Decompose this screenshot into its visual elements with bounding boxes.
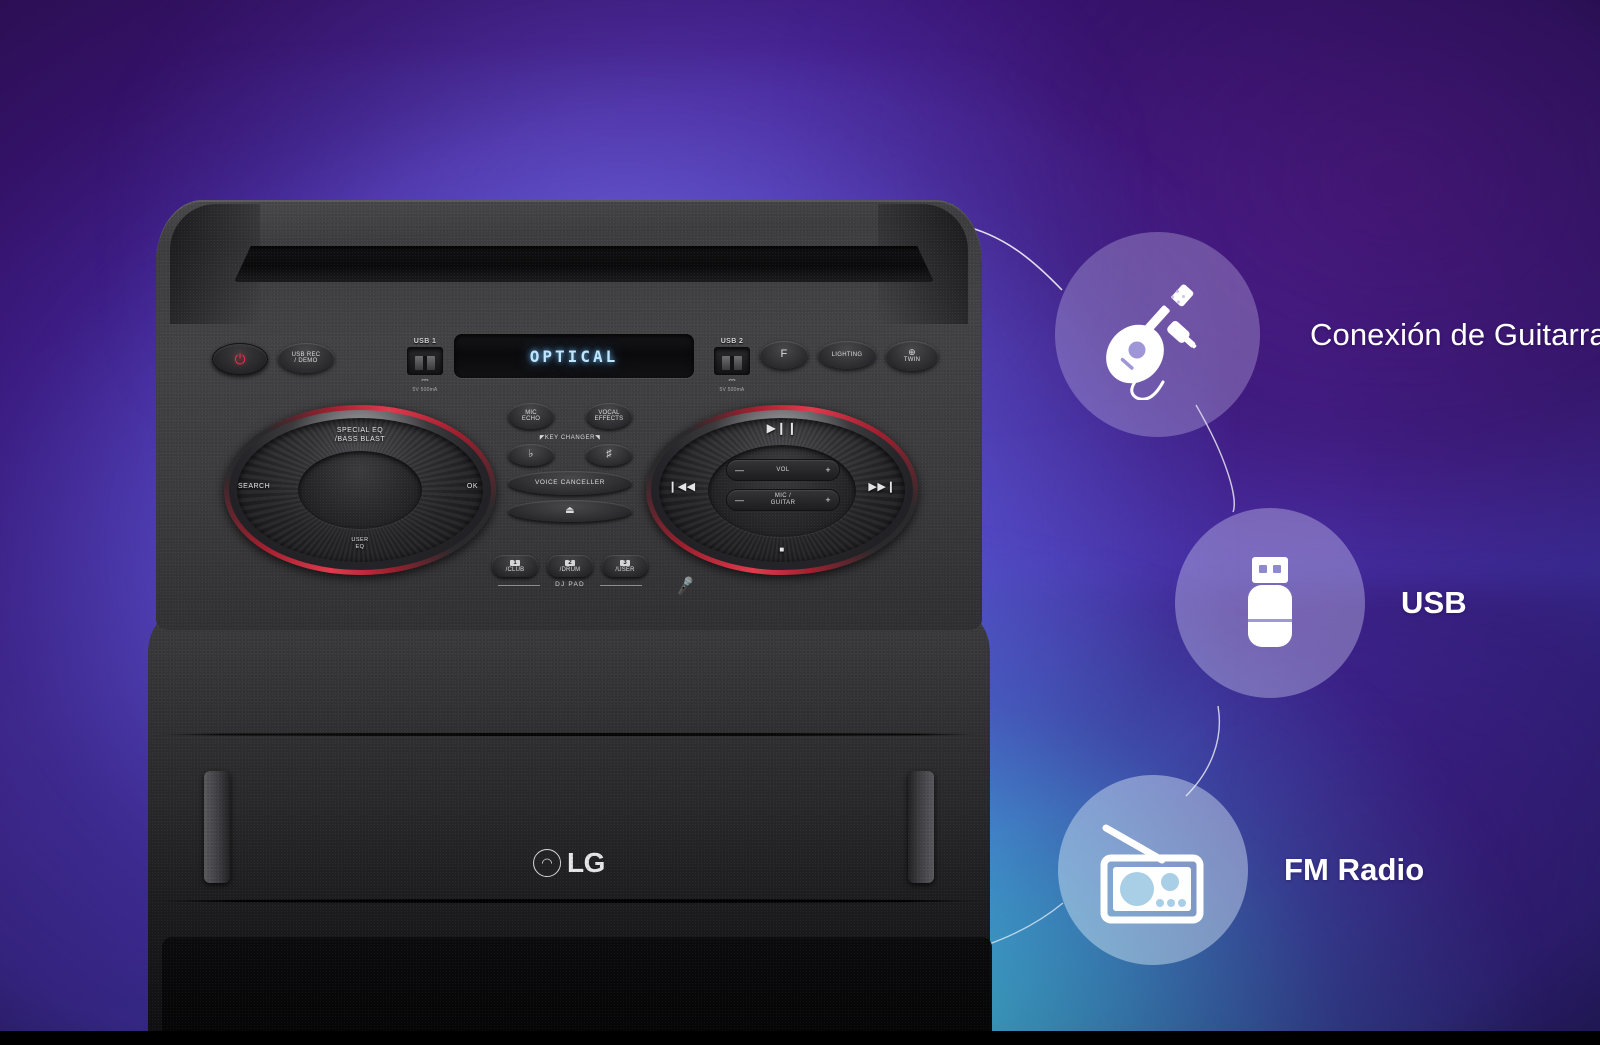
- led-display: OPTICAL: [454, 334, 694, 378]
- key-changer-caption: ◤KEY CHANGER◥: [539, 435, 601, 441]
- display-text: OPTICAL: [529, 346, 619, 366]
- ok-label[interactable]: OK: [467, 483, 478, 492]
- vocal-effects-button[interactable]: VOCAL EFFECTS: [586, 403, 632, 429]
- lg-logo: ◠ LG: [533, 849, 605, 877]
- mic-guitar-minus-icon[interactable]: —: [735, 495, 744, 505]
- lighting-button[interactable]: LIGHTING: [818, 341, 876, 369]
- usb-socket-1[interactable]: [407, 347, 443, 375]
- feature-fm-radio-label: FM Radio: [1284, 852, 1425, 887]
- next-track-icon[interactable]: ▶▶❙: [868, 481, 896, 495]
- dj-pad-group: 1 /CLUB 2 /DRUM 3 /USER DJ PAD: [492, 555, 648, 588]
- usb-rec-demo-button[interactable]: USB REC / DEMO: [278, 343, 334, 373]
- feature-usb-label: USB: [1401, 585, 1467, 620]
- usb-port-2[interactable]: USB 2 ⎓ 5V 500mA: [708, 338, 756, 393]
- lg-logo-mark: ◠: [533, 849, 562, 877]
- right-knob-center-pad: — VOL + — MIC / GUITAR +: [708, 445, 856, 537]
- left-jog-knob[interactable]: SPECIAL EQ /BASS BLAST SEARCH OK USER EQ: [224, 405, 496, 575]
- carry-handle-slot: [234, 246, 934, 282]
- feature-guitar[interactable]: Conexión de Guitarra: [1055, 232, 1600, 437]
- power-icon: ⏻: [234, 351, 246, 367]
- bottom-edge: [0, 1031, 1600, 1045]
- feature-guitar-label: Conexión de Guitarra: [1310, 316, 1600, 352]
- user-eq-label: USER EQ: [351, 537, 369, 550]
- play-pause-icon[interactable]: ▶❙❙: [646, 421, 918, 436]
- volume-label: VOL: [776, 466, 790, 473]
- dj-pad-2-number: 2: [565, 559, 575, 566]
- usb-flash-drive-icon: [1248, 557, 1292, 647]
- cluster-row-effects: MIC ECHO VOCAL EFFECTS: [508, 403, 632, 429]
- mic-guitar-label: MIC / GUITAR: [770, 493, 796, 506]
- dj-pad-button-2[interactable]: 2 /DRUM: [547, 555, 593, 577]
- usb-rec-demo-label: USB REC / DEMO: [291, 351, 321, 364]
- dj-pad-1-label: /CLUB: [505, 566, 525, 573]
- usb-trident-icon-1: ⎓: [421, 375, 429, 385]
- usb-port-1-sub: 5V 500mA: [412, 387, 438, 393]
- lg-logo-text: LG: [567, 847, 605, 878]
- usb-port-1-label: USB 1: [413, 338, 437, 345]
- mic-guitar-rocker[interactable]: — MIC / GUITAR +: [726, 489, 840, 511]
- left-knob-center-pad[interactable]: [298, 451, 422, 529]
- dj-pad-2-label: /DRUM: [559, 566, 581, 573]
- dj-pad-1-number: 1: [510, 559, 520, 566]
- twin-icon: ⊕: [908, 347, 916, 358]
- function-button[interactable]: F: [760, 341, 808, 369]
- key-sharp-button[interactable]: ♯: [586, 444, 632, 466]
- key-flat-button[interactable]: ♭: [508, 444, 554, 466]
- feature-usb-circle: [1175, 508, 1365, 698]
- dj-pad-3-label: /USER: [615, 566, 635, 573]
- vocal-effects-label: VOCAL EFFECTS: [594, 409, 624, 422]
- dj-pad-3-number: 3: [620, 559, 630, 566]
- mic-guitar-plus-icon[interactable]: +: [825, 495, 831, 505]
- usb-port-2-sub: 5V 500mA: [719, 387, 745, 393]
- mic-echo-button[interactable]: MIC ECHO: [508, 403, 554, 429]
- body-seam-lower: [152, 899, 986, 903]
- voice-canceller-button[interactable]: VOICE CANCELLER: [508, 471, 632, 495]
- volume-minus-icon[interactable]: —: [735, 465, 744, 475]
- control-panel: USB 1 ⎓ 5V 500mA OPTICAL USB 2 ⎓ 5V 500m…: [156, 305, 982, 825]
- cluster-row-voice: VOICE CANCELLER: [508, 471, 632, 495]
- cluster-row-key: ♭ ♯: [508, 444, 632, 466]
- center-button-cluster: MIC ECHO VOCAL EFFECTS ◤KEY CHANGER◥ ♭ ♯: [508, 403, 632, 527]
- microphone-icon: 🎤: [674, 576, 697, 597]
- stop-icon[interactable]: ■: [646, 545, 918, 555]
- dj-pad-row: 1 /CLUB 2 /DRUM 3 /USER: [492, 555, 648, 577]
- lg-party-speaker: ◠ LG USB 1 ⎓ 5V 500mA OPTICAL USB 2 ⎓ 5V…: [140, 195, 1000, 1045]
- feature-usb[interactable]: USB: [1175, 508, 1467, 698]
- usb-port-2-label: USB 2: [720, 338, 744, 345]
- dj-pad-button-3[interactable]: 3 /USER: [602, 555, 648, 577]
- speaker-base: [162, 937, 992, 1045]
- twin-label: TWIN: [903, 357, 921, 364]
- previous-track-icon[interactable]: ❙◀◀: [668, 481, 696, 495]
- usb-port-1[interactable]: USB 1 ⎓ 5V 500mA: [401, 338, 449, 393]
- mic-echo-label: MIC ECHO: [521, 409, 541, 422]
- volume-rocker[interactable]: — VOL +: [726, 459, 840, 481]
- twin-button[interactable]: ⊕ TWIN: [886, 341, 938, 371]
- usb-trident-icon-2: ⎓: [728, 375, 736, 385]
- product-feature-banner: ◠ LG USB 1 ⎓ 5V 500mA OPTICAL USB 2 ⎓ 5V…: [0, 0, 1600, 1045]
- dj-pad-caption: DJ PAD: [492, 581, 648, 588]
- voice-canceller-label: VOICE CANCELLER: [534, 478, 606, 486]
- guitar-icon: [1105, 284, 1196, 400]
- feature-fm-radio-circle: [1058, 775, 1248, 965]
- special-eq-label: SPECIAL EQ /BASS BLAST: [334, 427, 386, 443]
- right-jog-knob[interactable]: — VOL + — MIC / GUITAR + ▶❙❙ ❙◀◀ ▶▶❙ ■: [646, 405, 918, 575]
- usb-socket-2[interactable]: [714, 347, 750, 375]
- power-button[interactable]: ⏻: [212, 343, 268, 375]
- cluster-row-eject: ⏏: [508, 500, 632, 522]
- eject-button[interactable]: ⏏: [508, 500, 632, 522]
- search-label[interactable]: SEARCH: [238, 483, 270, 492]
- feature-guitar-circle: [1055, 232, 1260, 437]
- volume-plus-icon[interactable]: +: [825, 465, 831, 475]
- feature-fm-radio[interactable]: FM Radio: [1058, 775, 1424, 965]
- radio-icon: [1100, 824, 1204, 924]
- dj-pad-button-1[interactable]: 1 /CLUB: [492, 555, 538, 577]
